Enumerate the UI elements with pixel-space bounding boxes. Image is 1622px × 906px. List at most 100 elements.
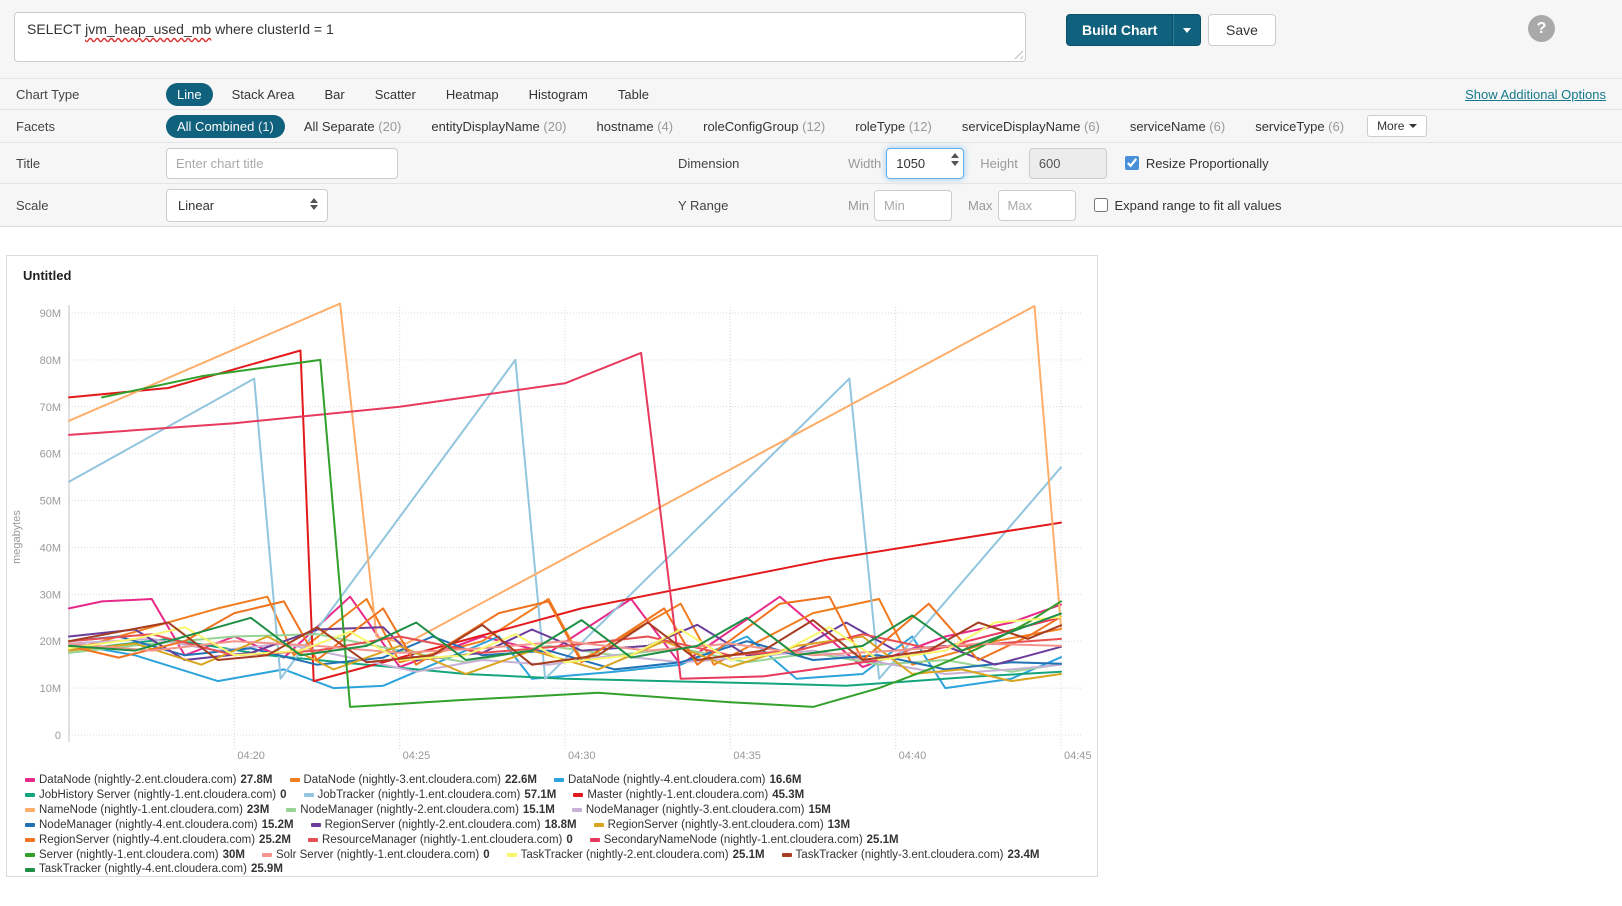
series-color-swatch [308, 838, 318, 842]
chevron-down-icon [1183, 28, 1191, 33]
series-color-swatch [25, 868, 35, 872]
legend-item[interactable]: TaskTracker (nightly-2.ent.cloudera.com)… [507, 848, 765, 863]
facet-all-separate[interactable]: All Separate (20) [293, 115, 413, 138]
legend-item[interactable]: SecondaryNameNode (nightly-1.ent.clouder… [590, 833, 899, 848]
series-color-swatch [554, 778, 564, 782]
series-color-swatch [311, 823, 321, 827]
query-text-suffix: where clusterId = 1 [211, 21, 334, 37]
facet-servicetype[interactable]: serviceType (6) [1244, 115, 1355, 138]
chart-type-stack-area[interactable]: Stack Area [221, 83, 306, 106]
dimension-group: Dimension Width Height Resize Proportion… [678, 148, 1269, 179]
scale-selected-value: Linear [178, 198, 214, 213]
legend-item[interactable]: NameNode (nightly-1.ent.cloudera.com)23M [25, 803, 269, 818]
y-axis-title: megabytes [11, 510, 23, 564]
query-text-prefix: SELECT [27, 21, 85, 37]
help-icon[interactable]: ? [1528, 15, 1555, 42]
legend-item[interactable]: DataNode (nightly-2.ent.cloudera.com)27.… [25, 773, 273, 788]
facet-servicename[interactable]: serviceName (6) [1119, 115, 1236, 138]
build-chart-dropdown-button[interactable] [1173, 14, 1201, 46]
chart-type-line[interactable]: Line [166, 83, 213, 106]
legend-series-value: 13M [828, 818, 850, 833]
legend-row: TaskTracker (nightly-4.ent.cloudera.com)… [25, 862, 1089, 877]
x-tick-label: 04:45 [1064, 750, 1092, 762]
series-color-swatch [573, 793, 583, 797]
facet-entitydisplayname[interactable]: entityDisplayName (20) [420, 115, 577, 138]
chart-type-label: Chart Type [16, 87, 166, 102]
y-range-group: Y Range Min Max Expand range to fit all … [678, 190, 1281, 221]
legend-item[interactable]: DataNode (nightly-4.ent.cloudera.com)16.… [554, 773, 802, 788]
chart-type-heatmap[interactable]: Heatmap [435, 83, 510, 106]
y-min-input[interactable] [874, 190, 952, 221]
legend-series-label: RegionServer (nightly-2.ent.cloudera.com… [325, 818, 541, 833]
chart-type-table[interactable]: Table [607, 83, 660, 106]
chart-type-bar[interactable]: Bar [313, 83, 355, 106]
legend-series-label: SecondaryNameNode (nightly-1.ent.clouder… [604, 833, 863, 848]
legend-series-label: DataNode (nightly-4.ent.cloudera.com) [568, 773, 766, 788]
y-max-input[interactable] [998, 190, 1076, 221]
legend-series-label: NodeManager (nightly-4.ent.cloudera.com) [39, 818, 258, 833]
legend-item[interactable]: Solr Server (nightly-1.ent.cloudera.com)… [262, 848, 490, 863]
legend-series-label: NameNode (nightly-1.ent.cloudera.com) [39, 803, 243, 818]
chart-type-histogram[interactable]: Histogram [518, 83, 599, 106]
legend-series-label: RegionServer (nightly-3.ent.cloudera.com… [608, 818, 824, 833]
x-tick-label: 04:35 [733, 750, 761, 762]
y-tick-label: 30M [40, 589, 61, 601]
expand-range-checkbox[interactable] [1094, 198, 1108, 212]
y-tick-label: 10M [40, 683, 61, 695]
facets-more-label: More [1377, 119, 1404, 133]
facet-roleconfiggroup[interactable]: roleConfigGroup (12) [692, 115, 836, 138]
legend-row: RegionServer (nightly-4.ent.cloudera.com… [25, 833, 1089, 848]
facet-all-combined[interactable]: All Combined (1) [166, 115, 285, 138]
series-color-swatch [25, 793, 35, 797]
facet-servicedisplayname[interactable]: serviceDisplayName (6) [951, 115, 1111, 138]
scale-select[interactable]: Linear [166, 189, 328, 222]
legend-item[interactable]: RegionServer (nightly-3.ent.cloudera.com… [594, 818, 850, 833]
legend-item[interactable]: RegionServer (nightly-4.ent.cloudera.com… [25, 833, 291, 848]
legend-series-label: Server (nightly-1.ent.cloudera.com) [39, 848, 219, 863]
chart-title-input[interactable] [166, 148, 398, 179]
facet-hostname[interactable]: hostname (4) [586, 115, 685, 138]
show-additional-options-link[interactable]: Show Additional Options [1465, 87, 1606, 102]
legend-item[interactable]: JobHistory Server (nightly-1.ent.clouder… [25, 788, 287, 803]
legend-item[interactable]: TaskTracker (nightly-3.ent.cloudera.com)… [782, 848, 1040, 863]
legend-item[interactable]: NodeManager (nightly-2.ent.cloudera.com)… [286, 803, 555, 818]
series-color-swatch [304, 793, 314, 797]
max-label: Max [968, 198, 993, 213]
legend-series-value: 25.1M [733, 848, 765, 863]
chart-type-scatter[interactable]: Scatter [364, 83, 427, 106]
select-updown-icon [310, 198, 318, 210]
save-button[interactable]: Save [1208, 14, 1276, 46]
legend-item[interactable]: NodeManager (nightly-4.ent.cloudera.com)… [25, 818, 294, 833]
series-color-swatch [594, 823, 604, 827]
height-label: Height [980, 156, 1018, 171]
legend-row: NameNode (nightly-1.ent.cloudera.com)23M… [25, 803, 1089, 818]
chart-panel: Untitled 010M20M30M40M50M60M70M80M90M04:… [6, 255, 1098, 877]
query-input[interactable]: SELECT jvm_heap_used_mb where clusterId … [14, 12, 1026, 62]
legend-series-label: JobHistory Server (nightly-1.ent.clouder… [39, 788, 276, 803]
series-color-swatch [290, 778, 300, 782]
legend-series-value: 30M [223, 848, 245, 863]
legend-item[interactable]: NodeManager (nightly-3.ent.cloudera.com)… [572, 803, 831, 818]
legend-item[interactable]: DataNode (nightly-3.ent.cloudera.com)22.… [290, 773, 538, 788]
series-color-swatch [25, 823, 35, 827]
series-color-swatch [25, 853, 35, 857]
facets-more-button[interactable]: More [1367, 115, 1427, 137]
scale-row: Scale Linear Y Range Min Max Expand rang… [0, 183, 1622, 226]
legend-item[interactable]: TaskTracker (nightly-4.ent.cloudera.com)… [25, 862, 283, 877]
stepper-up-icon [951, 153, 959, 158]
legend-item[interactable]: RegionServer (nightly-2.ent.cloudera.com… [311, 818, 577, 833]
y-tick-label: 90M [40, 308, 61, 320]
legend-item[interactable]: Master (nightly-1.ent.cloudera.com)45.3M [573, 788, 804, 803]
legend-item[interactable]: Server (nightly-1.ent.cloudera.com) 30M [25, 848, 245, 863]
legend-item[interactable]: ResourceManager (nightly-1.ent.cloudera.… [308, 833, 573, 848]
resize-proportionally-checkbox[interactable] [1125, 156, 1139, 170]
build-chart-button[interactable]: Build Chart [1066, 14, 1173, 46]
series-color-swatch [507, 853, 517, 857]
width-stepper[interactable] [951, 153, 959, 166]
legend-series-value: 15.1M [523, 803, 555, 818]
facet-roletype[interactable]: roleType (12) [844, 115, 943, 138]
scale-label: Scale [16, 198, 166, 213]
y-tick-label: 70M [40, 402, 61, 414]
legend-series-value: 25.1M [867, 833, 899, 848]
legend-item[interactable]: JobTracker (nightly-1.ent.cloudera.com)5… [304, 788, 557, 803]
